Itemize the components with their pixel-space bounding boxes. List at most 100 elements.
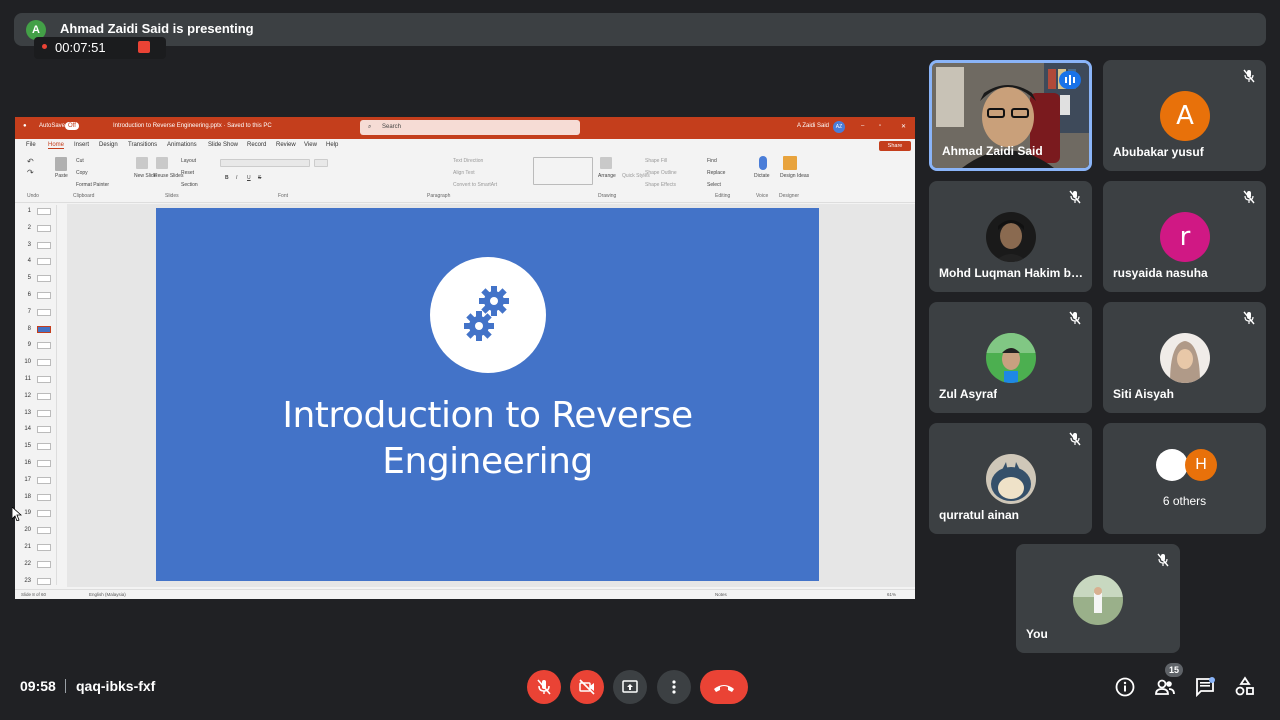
present-now-button[interactable] — [613, 670, 647, 704]
stop-recording-button[interactable] — [138, 41, 150, 53]
replace-button[interactable]: Replace — [707, 170, 725, 176]
cut-button[interactable]: Cut — [76, 158, 84, 164]
participant-tile-ahmad[interactable]: Ahmad Zaidi Said — [929, 60, 1092, 171]
convert-smartart-button[interactable]: Convert to SmartArt — [453, 182, 497, 188]
participant-tile-qurratul[interactable]: qurratul ainan — [929, 423, 1092, 534]
layout-button[interactable]: Layout — [181, 158, 196, 164]
reuse-slides-button[interactable]: Reuse Slides — [154, 173, 183, 179]
participant-tile-luqman[interactable]: Mohd Luqman Hakim bi... — [929, 181, 1092, 292]
tab-record[interactable]: Record — [247, 142, 266, 148]
ppt-search-input[interactable]: ⌕ Search — [360, 120, 580, 135]
share-button[interactable]: Share — [879, 141, 911, 151]
undo-icon[interactable]: ↶ — [27, 157, 34, 166]
section-button[interactable]: Section — [181, 182, 198, 188]
tab-review[interactable]: Review — [276, 142, 296, 148]
participant-tile-abubakar[interactable]: A Abubakar yusuf — [1103, 60, 1266, 171]
participant-tile-others[interactable]: H 6 others — [1103, 423, 1266, 534]
slide-thumbnail[interactable]: 16 — [21, 458, 61, 470]
arrange-icon[interactable] — [600, 157, 612, 169]
participant-tile-you[interactable]: You — [1016, 544, 1180, 653]
activities-icon[interactable] — [1234, 676, 1256, 698]
autosave-toggle[interactable]: Off — [65, 122, 79, 130]
tab-design[interactable]: Design — [99, 142, 118, 148]
slide-thumbnail[interactable]: 6 — [21, 290, 61, 302]
slide-thumbnail[interactable]: 19 — [21, 508, 61, 520]
tab-animations[interactable]: Animations — [167, 142, 197, 148]
tab-insert[interactable]: Insert — [74, 142, 89, 148]
leave-call-button[interactable] — [700, 670, 748, 704]
current-slide[interactable]: Introduction to Reverse Engineering — [156, 208, 819, 581]
user-initials[interactable]: AZ — [833, 121, 845, 133]
italic-icon[interactable]: I — [236, 175, 237, 181]
slide-thumbnail[interactable]: 8 — [21, 324, 61, 336]
slide-thumbnail[interactable]: 5 — [21, 273, 61, 285]
status-language[interactable]: English (Malaysia) — [89, 592, 126, 597]
format-painter-button[interactable]: Format Painter — [76, 182, 109, 188]
paste-icon[interactable] — [55, 157, 67, 171]
design-ideas-icon[interactable] — [783, 156, 797, 170]
microphone-icon[interactable] — [759, 156, 767, 170]
people-icon[interactable] — [1154, 676, 1176, 698]
find-button[interactable]: Find — [707, 158, 717, 164]
slide-thumbnail[interactable]: 7 — [21, 307, 61, 319]
participant-tile-rusyaida[interactable]: r rusyaida nasuha — [1103, 181, 1266, 292]
slide-thumbnail[interactable]: 3 — [21, 240, 61, 252]
minimize-icon[interactable]: – — [861, 123, 864, 129]
underline-icon[interactable]: U — [247, 175, 251, 181]
zoom-level[interactable]: 61% — [887, 592, 896, 597]
select-button[interactable]: Select — [707, 182, 721, 188]
camera-toggle-button[interactable] — [570, 670, 604, 704]
shape-fill-button[interactable]: Shape Fill — [645, 158, 667, 164]
bold-icon[interactable]: B — [225, 175, 229, 181]
slide-thumbnail[interactable]: 2 — [21, 223, 61, 235]
tab-help[interactable]: Help — [326, 142, 338, 148]
paste-button[interactable]: Paste — [55, 173, 68, 179]
redo-icon[interactable]: ↷ — [27, 168, 34, 177]
slide-thumbnail[interactable]: 12 — [21, 391, 61, 403]
more-options-button[interactable] — [657, 670, 691, 704]
new-slide-icon[interactable] — [136, 157, 148, 169]
design-ideas-button[interactable]: Design Ideas — [780, 173, 809, 179]
reset-button[interactable]: Reset — [181, 170, 194, 176]
participant-tile-siti[interactable]: Siti Aisyah — [1103, 302, 1266, 413]
slide-thumbnail[interactable]: 23 — [21, 576, 61, 588]
slide-thumbnail[interactable]: 13 — [21, 408, 61, 420]
slide-thumbnail[interactable]: 15 — [21, 441, 61, 453]
font-family-select[interactable] — [220, 159, 310, 167]
text-direction-button[interactable]: Text Direction — [453, 158, 483, 164]
tab-home[interactable]: Home — [48, 142, 65, 149]
reuse-slides-icon[interactable] — [156, 157, 168, 169]
dictate-button[interactable]: Dictate — [754, 173, 770, 179]
slide-thumbnail[interactable]: 17 — [21, 475, 61, 487]
slide-thumbnail[interactable]: 14 — [21, 424, 61, 436]
shape-outline-button[interactable]: Shape Outline — [645, 170, 677, 176]
font-size-select[interactable] — [314, 159, 328, 167]
slide-thumbnail[interactable]: 9 — [21, 340, 61, 352]
tab-transitions[interactable]: Transitions — [128, 142, 157, 148]
copy-button[interactable]: Copy — [76, 170, 88, 176]
strikethrough-icon[interactable]: S — [258, 175, 261, 181]
slide-thumbnail[interactable]: 18 — [21, 492, 61, 504]
slide-thumbnail[interactable]: 4 — [21, 256, 61, 268]
slide-thumbnail[interactable]: 1 — [21, 206, 61, 218]
shape-effects-button[interactable]: Shape Effects — [645, 182, 676, 188]
slide-thumbnail[interactable]: 21 — [21, 542, 61, 554]
tab-slide-show[interactable]: Slide Show — [208, 142, 238, 148]
tab-file[interactable]: File — [26, 142, 36, 148]
tab-view[interactable]: View — [304, 142, 317, 148]
chat-icon[interactable] — [1194, 676, 1216, 698]
thumbnail-scrollbar[interactable] — [56, 205, 62, 585]
slide-thumbnail[interactable]: 20 — [21, 525, 61, 537]
slide-thumbnail[interactable]: 10 — [21, 357, 61, 369]
mic-toggle-button[interactable] — [527, 670, 561, 704]
slide-thumbnail[interactable]: 22 — [21, 559, 61, 571]
maximize-icon[interactable]: ▫ — [879, 123, 881, 129]
participant-tile-zul[interactable]: Zul Asyraf — [929, 302, 1092, 413]
meeting-details-icon[interactable] — [1114, 676, 1136, 698]
align-text-button[interactable]: Align Text — [453, 170, 475, 176]
shapes-gallery[interactable] — [533, 157, 593, 185]
arrange-button[interactable]: Arrange — [598, 173, 616, 179]
close-icon[interactable]: ✕ — [901, 123, 906, 130]
slide-thumbnail[interactable]: 11 — [21, 374, 61, 386]
notes-button[interactable]: Notes — [715, 592, 727, 597]
